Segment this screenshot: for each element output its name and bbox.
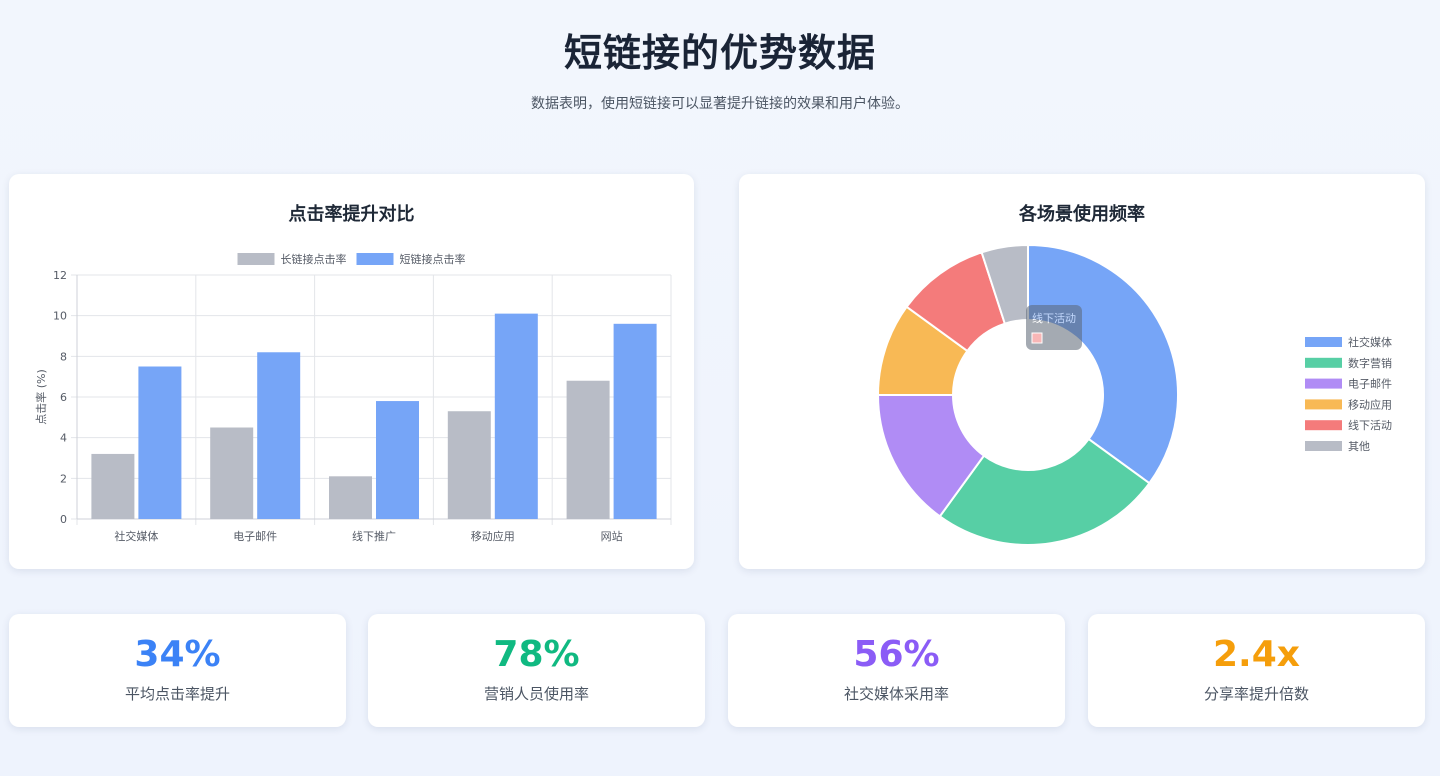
y-tick-label: 12 (53, 269, 67, 282)
y-tick-label: 10 (53, 310, 67, 323)
stat-value: 2.4x (1213, 634, 1300, 675)
y-axis-title: 点击率 (%) (34, 369, 48, 425)
legend-swatch (237, 253, 275, 265)
bar-long-link[interactable] (210, 427, 254, 520)
y-tick-label: 6 (60, 391, 67, 404)
legend-label: 线下活动 (1348, 418, 1392, 432)
chart-tooltip: 线下活动 (1026, 305, 1082, 350)
stat-value: 34% (134, 634, 221, 675)
usage-frequency-donut-chart[interactable]: 线下活动社交媒体数字营销电子邮件移动应用线下活动其他 (739, 174, 1425, 569)
x-tick-label: 线下推广 (352, 529, 396, 543)
legend-item[interactable]: 数字营销 (1305, 356, 1392, 370)
legend-label: 移动应用 (1348, 397, 1392, 411)
legend-item[interactable]: 短链接点击率 (356, 252, 466, 266)
legend-item[interactable]: 电子邮件 (1305, 378, 1392, 391)
legend-item[interactable]: 移动应用 (1305, 397, 1392, 411)
tooltip-title: 线下活动 (1032, 311, 1076, 325)
stat-card-marketer-usage: 78% 营销人员使用率 (368, 614, 705, 727)
legend-swatch (356, 253, 394, 265)
stat-value: 78% (493, 634, 580, 675)
stat-label: 营销人员使用率 (483, 685, 589, 703)
y-tick-label: 0 (60, 513, 67, 526)
legend-label: 短链接点击率 (400, 252, 466, 266)
legend-item[interactable]: 长链接点击率 (237, 252, 347, 266)
legend-label: 其他 (1348, 440, 1370, 453)
y-tick-label: 4 (60, 432, 67, 445)
usage-frequency-chart-card: 各场景使用频率 线下活动 社交媒体 数字营销 电子邮件 移动应用 线下活动 其他 (739, 174, 1425, 569)
legend-label: 长链接点击率 (281, 252, 347, 266)
y-tick-label: 8 (60, 350, 67, 363)
stat-card-share-multiplier: 2.4x 分享率提升倍数 (1088, 614, 1425, 727)
legend-label: 电子邮件 (1348, 378, 1392, 391)
legend-label: 社交媒体 (1348, 335, 1392, 349)
legend-label: 数字营销 (1348, 356, 1392, 370)
bar-short-link[interactable] (376, 401, 419, 519)
legend-swatch (1305, 378, 1342, 389)
stat-label: 平均点击率提升 (124, 685, 230, 703)
legend-item[interactable]: 线下活动 (1305, 418, 1392, 432)
x-tick-label: 网站 (601, 529, 623, 543)
page-title: 短链接的优势数据 (563, 31, 876, 75)
bar-long-link[interactable] (91, 453, 135, 519)
click-rate-bar-chart[interactable]: 0 2 4 6 8 10 12 社交媒体 电子邮件 线下推广 移动应用 网站 点击率 (%) 长链接点击率… (9, 174, 694, 569)
bar-long-link[interactable] (329, 476, 372, 519)
bar-short-link[interactable] (613, 323, 657, 519)
stat-card-avg-click-rate: 34% 平均点击率提升 (9, 614, 346, 727)
legend-item[interactable]: 其他 (1305, 440, 1370, 453)
bar-short-link[interactable] (494, 313, 538, 519)
tooltip-swatch (1031, 332, 1043, 344)
legend-swatch (1305, 420, 1342, 431)
click-rate-chart-card: 点击率提升对比 0 2 4 6 8 10 12 社交媒体 电子邮件 线下推广 移动应用 网站 点击率 (… (9, 174, 694, 569)
x-tick-label: 移动应用 (471, 529, 515, 543)
bar-long-link[interactable] (566, 380, 610, 519)
legend-swatch (1305, 357, 1342, 368)
donut-slice-1[interactable] (1027, 243, 1179, 485)
x-tick-label: 电子邮件 (233, 530, 277, 543)
legend-swatch (1305, 441, 1342, 451)
bar-short-link[interactable] (257, 352, 301, 519)
legend-swatch (1305, 337, 1342, 347)
bar-short-link[interactable] (138, 366, 182, 520)
legend-swatch (1305, 399, 1342, 410)
stat-value: 56% (853, 634, 940, 675)
legend-item[interactable]: 社交媒体 (1305, 335, 1392, 349)
x-tick-label: 社交媒体 (114, 529, 158, 543)
page-subtitle: 数据表明，使用短链接可以显著提升链接的效果和用户体验。 (531, 96, 909, 112)
bar-long-link[interactable] (447, 411, 491, 519)
stat-label: 社交媒体采用率 (843, 685, 949, 703)
y-tick-label: 2 (60, 472, 67, 485)
stat-label: 分享率提升倍数 (1203, 685, 1309, 703)
stat-card-social-adoption: 56% 社交媒体采用率 (728, 614, 1065, 727)
